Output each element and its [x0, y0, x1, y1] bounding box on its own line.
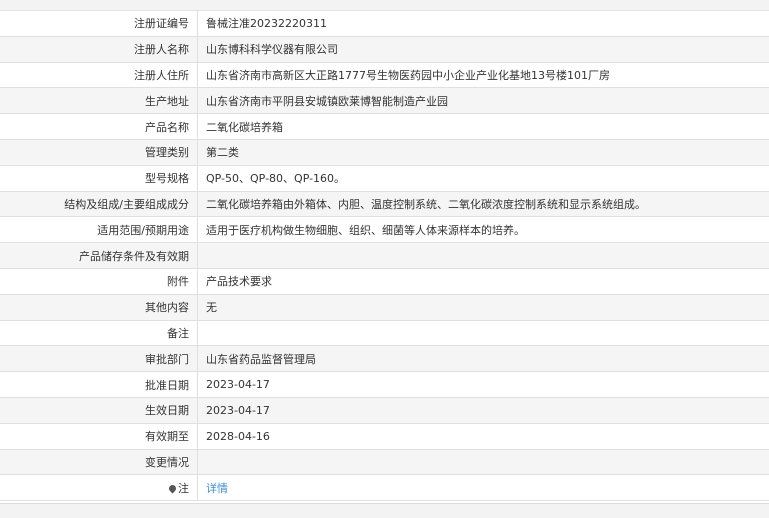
field-label: 批准日期 [0, 372, 198, 398]
table-row: 备注 [0, 320, 769, 346]
field-label: 型号规格 [0, 165, 198, 191]
field-value [198, 243, 769, 269]
field-value: 二氧化碳培养箱 [198, 114, 769, 140]
table-row: 型号规格QP-50、QP-80、QP-160。 [0, 165, 769, 191]
field-value: 无 [198, 294, 769, 320]
top-bar [0, 0, 769, 11]
table-row: 附件产品技术要求 [0, 268, 769, 294]
field-label: 结构及组成/主要组成成分 [0, 191, 198, 217]
table-row: 有效期至2028-04-16 [0, 423, 769, 449]
field-value [198, 320, 769, 346]
bottom-bar [0, 503, 769, 518]
field-label: 变更情况 [0, 449, 198, 475]
table-row: 适用范围/预期用途适用于医疗机构做生物细胞、组织、细菌等人体来源样本的培养。 [0, 217, 769, 243]
note-label: 注 [0, 475, 198, 501]
field-value: 山东博科科学仪器有限公司 [198, 36, 769, 62]
field-value: 2028-04-16 [198, 423, 769, 449]
registration-details-table: 注册证编号鲁械注准20232220311注册人名称山东博科科学仪器有限公司注册人… [0, 11, 769, 501]
field-label: 备注 [0, 320, 198, 346]
table-row: 审批部门山东省药品监督管理局 [0, 346, 769, 372]
table-row: 变更情况 [0, 449, 769, 475]
field-label: 注册人住所 [0, 62, 198, 88]
field-value: 山东省药品监督管理局 [198, 346, 769, 372]
field-value: 2023-04-17 [198, 372, 769, 398]
table-row: 注册人名称山东博科科学仪器有限公司 [0, 36, 769, 62]
field-label: 注册人名称 [0, 36, 198, 62]
field-value: 产品技术要求 [198, 268, 769, 294]
field-label: 管理类别 [0, 139, 198, 165]
table-row: 管理类别第二类 [0, 139, 769, 165]
table-row: 注册人住所山东省济南市高新区大正路1777号生物医药园中小企业产业化基地13号楼… [0, 62, 769, 88]
field-value: 适用于医疗机构做生物细胞、组织、细菌等人体来源样本的培养。 [198, 217, 769, 243]
table-row: 生效日期2023-04-17 [0, 397, 769, 423]
field-label: 有效期至 [0, 423, 198, 449]
field-value: 山东省济南市高新区大正路1777号生物医药园中小企业产业化基地13号楼101厂房 [198, 62, 769, 88]
field-label: 注册证编号 [0, 11, 198, 36]
note-value: 详情 [198, 475, 769, 501]
field-label: 审批部门 [0, 346, 198, 372]
field-value [198, 449, 769, 475]
field-label: 产品储存条件及有效期 [0, 243, 198, 269]
note-row: 注 详情 [0, 475, 769, 501]
field-value: 2023-04-17 [198, 397, 769, 423]
table-row: 产品名称二氧化碳培养箱 [0, 114, 769, 140]
field-label: 生效日期 [0, 397, 198, 423]
note-label-text: 注 [178, 482, 189, 495]
table-row: 结构及组成/主要组成成分二氧化碳培养箱由外箱体、内胆、温度控制系统、二氧化碳浓度… [0, 191, 769, 217]
field-label: 附件 [0, 268, 198, 294]
table-row: 产品储存条件及有效期 [0, 243, 769, 269]
field-label: 适用范围/预期用途 [0, 217, 198, 243]
table-row: 注册证编号鲁械注准20232220311 [0, 11, 769, 36]
field-value: QP-50、QP-80、QP-160。 [198, 165, 769, 191]
pin-icon [168, 484, 178, 494]
table-row: 生产地址山东省济南市平阴县安城镇欧莱博智能制造产业园 [0, 88, 769, 114]
details-link[interactable]: 详情 [206, 482, 228, 495]
field-label: 其他内容 [0, 294, 198, 320]
field-label: 产品名称 [0, 114, 198, 140]
field-value: 二氧化碳培养箱由外箱体、内胆、温度控制系统、二氧化碳浓度控制系统和显示系统组成。 [198, 191, 769, 217]
field-value: 鲁械注准20232220311 [198, 11, 769, 36]
table-row: 批准日期2023-04-17 [0, 372, 769, 398]
field-value: 第二类 [198, 139, 769, 165]
table-row: 其他内容无 [0, 294, 769, 320]
field-value: 山东省济南市平阴县安城镇欧莱博智能制造产业园 [198, 88, 769, 114]
field-label: 生产地址 [0, 88, 198, 114]
